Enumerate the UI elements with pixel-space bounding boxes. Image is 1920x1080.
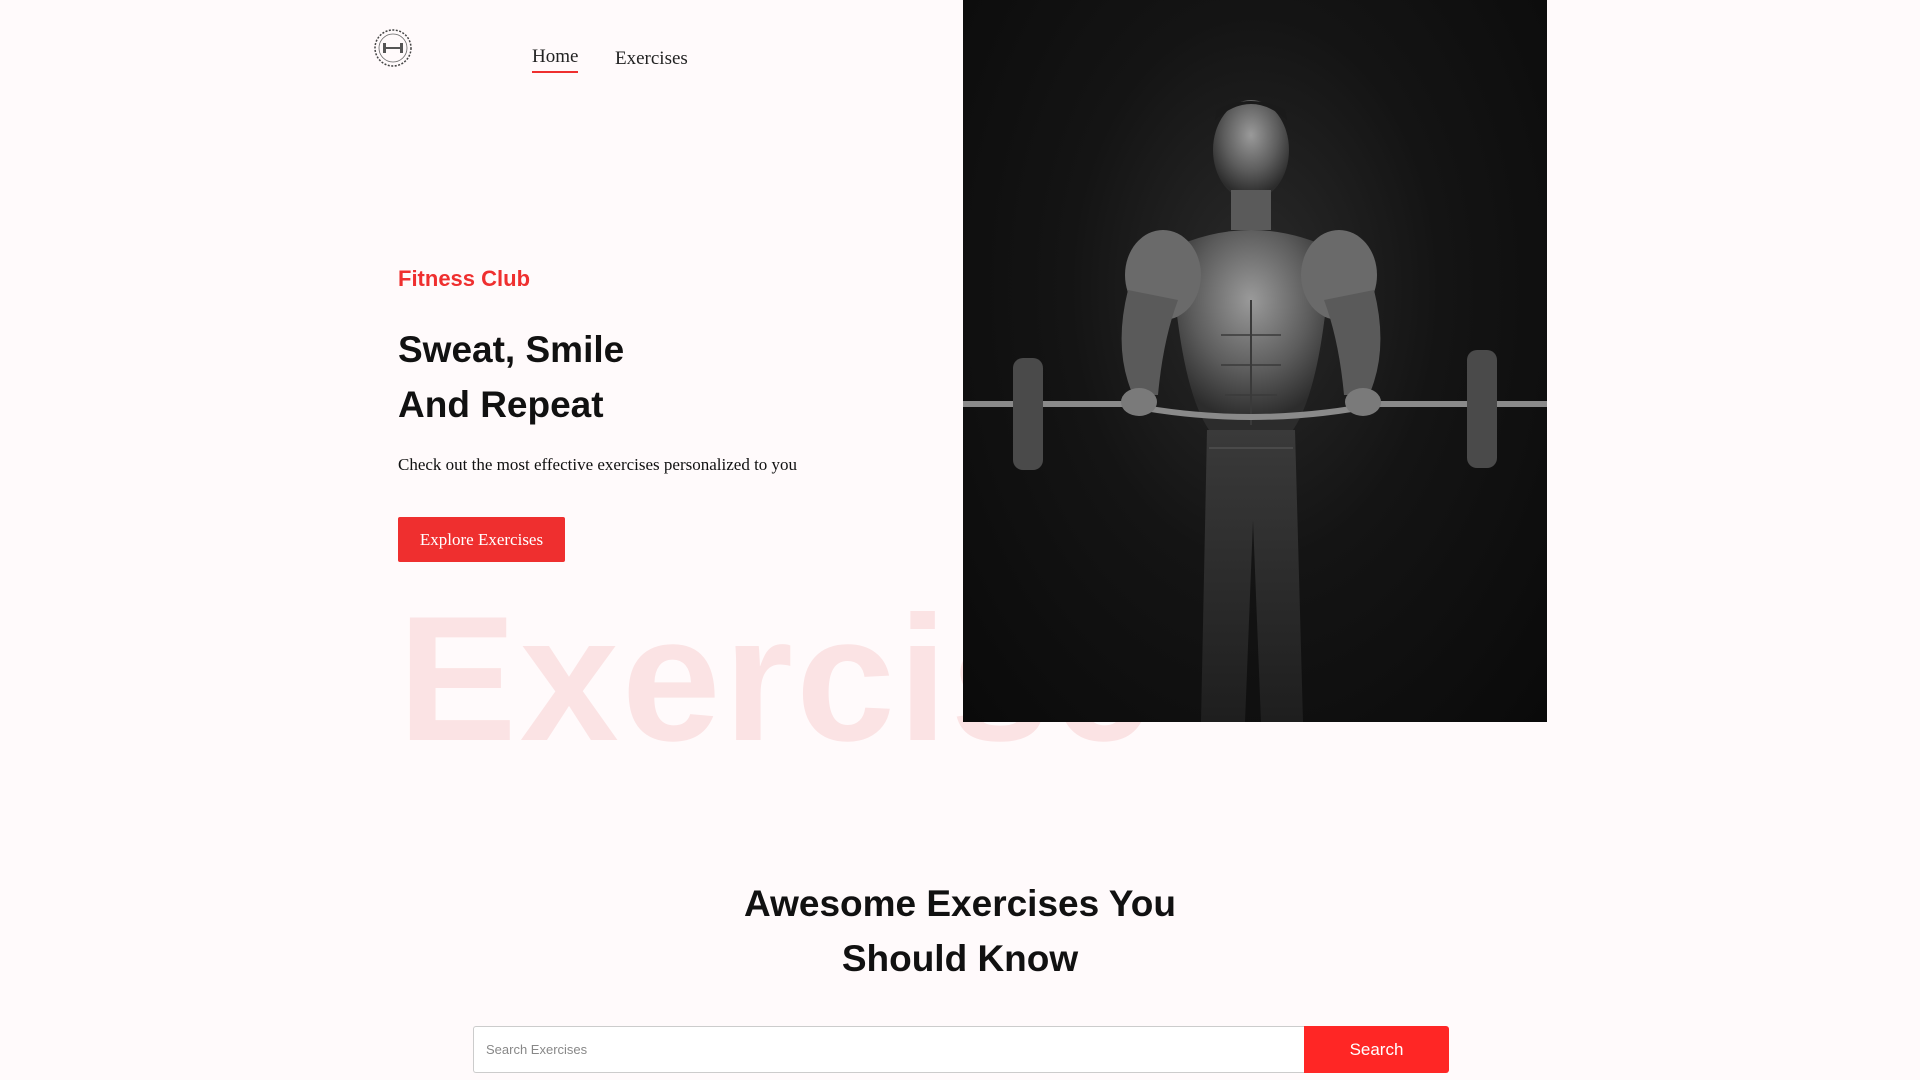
search-input[interactable] bbox=[473, 1026, 1304, 1073]
explore-exercises-button[interactable]: Explore Exercises bbox=[398, 517, 565, 562]
hero-subtitle: Check out the most effective exercises p… bbox=[398, 455, 798, 474]
search-bar: Search bbox=[473, 1026, 1449, 1073]
search-button[interactable]: Search bbox=[1304, 1026, 1449, 1073]
nav-link-home[interactable]: Home bbox=[532, 46, 579, 73]
logo-icon[interactable] bbox=[372, 28, 414, 68]
hero-title-line-2: And Repeat bbox=[398, 384, 604, 425]
hero-title-line-1: Sweat, Smile bbox=[398, 329, 625, 370]
page: Home Exercises Exercise Fitness Club Swe… bbox=[0, 0, 1920, 1080]
section-title-line-1: Awesome Exercises You bbox=[744, 883, 1176, 924]
hero-banner-image bbox=[963, 0, 1547, 722]
hero-tagline: Fitness Club bbox=[398, 266, 531, 291]
nav-link-exercises[interactable]: Exercises bbox=[615, 48, 688, 73]
section-title-line-2: Should Know bbox=[841, 938, 1079, 979]
section-title: Awesome Exercises You Should Know bbox=[0, 876, 1920, 986]
hero-title: Sweat, Smile And Repeat bbox=[398, 322, 624, 432]
